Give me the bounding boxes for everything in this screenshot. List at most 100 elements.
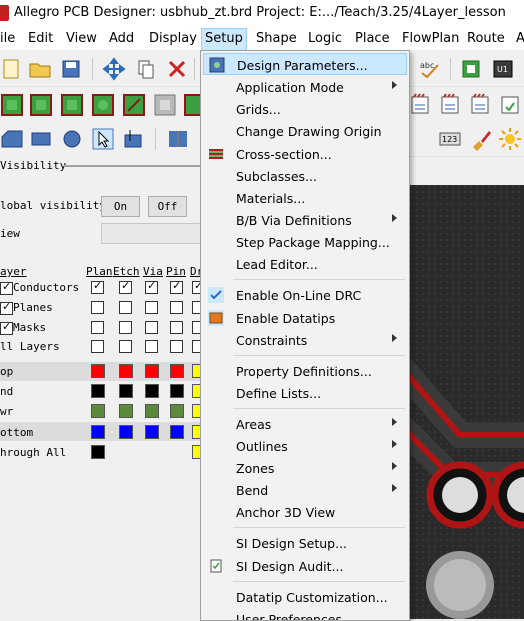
layer-toggle-3-icon[interactable] (60, 93, 84, 117)
planes-pin-checkbox[interactable] (170, 301, 183, 314)
spell-check-icon[interactable]: abc (418, 57, 442, 81)
menu-item-anchor-3d-view[interactable]: Anchor 3D View (203, 501, 407, 523)
menu-item-bend[interactable]: Bend (203, 479, 407, 501)
menu-item-user-preferences[interactable]: User Preferences... (203, 608, 407, 620)
global-on-button[interactable]: On (101, 196, 140, 217)
menu-item-zones[interactable]: Zones (203, 457, 407, 479)
group-planes-checkbox[interactable] (0, 300, 13, 315)
layer-gnd-via-swatch[interactable] (145, 384, 159, 398)
conductors-plan-checkbox[interactable] (91, 279, 104, 294)
all-layers-pin-checkbox[interactable] (170, 340, 183, 353)
all-layers-via-checkbox[interactable] (145, 340, 158, 353)
menu-item-enable-online-drc[interactable]: Enable On-Line DRC (203, 284, 407, 306)
menu-item-bb-via-definitions[interactable]: B/B Via Definitions (203, 209, 407, 231)
pcb-canvas[interactable] (410, 185, 524, 619)
menu-item-define-lists[interactable]: Define Lists... (203, 382, 407, 404)
layer-gnd-plan-swatch[interactable] (91, 384, 105, 398)
menu-item-application-mode[interactable]: Application Mode (203, 76, 407, 98)
shape-circle-icon[interactable] (60, 127, 84, 151)
menu-item-si-design-setup[interactable]: SI Design Setup... (203, 532, 407, 554)
layer-top-pin-swatch[interactable] (170, 364, 184, 378)
menu-add[interactable]: Add (109, 31, 134, 46)
group-masks-checkbox[interactable] (0, 320, 13, 335)
layer-pwr-etch-swatch[interactable] (119, 404, 133, 418)
menu-item-change-drawing-origin[interactable]: Change Drawing Origin (203, 120, 407, 142)
layer-bottom-plan-swatch[interactable] (91, 425, 105, 439)
measure-123-icon[interactable]: 123 (438, 127, 462, 151)
move-icon[interactable] (102, 57, 126, 81)
global-off-button[interactable]: Off (148, 196, 187, 217)
highlight-sun-icon[interactable] (498, 127, 522, 151)
open-folder-icon[interactable] (28, 57, 52, 81)
shape-polygon-icon[interactable] (0, 127, 24, 151)
copy-icon[interactable] (134, 57, 158, 81)
layer-bottom-pin-swatch[interactable] (170, 425, 184, 439)
menu-item-grids[interactable]: Grids... (203, 98, 407, 120)
layer-toggle-5-icon[interactable] (122, 93, 146, 117)
menu-more[interactable]: A (516, 31, 524, 46)
report-2-icon[interactable] (438, 93, 462, 117)
menu-logic[interactable]: Logic (308, 31, 342, 46)
layer-toggle-4-icon[interactable] (91, 93, 115, 117)
menu-place[interactable]: Place (355, 31, 390, 46)
delete-icon[interactable] (165, 57, 189, 81)
all-layers-etch-checkbox[interactable] (119, 340, 132, 353)
menu-shape[interactable]: Shape (256, 31, 297, 46)
layer-gnd-etch-swatch[interactable] (119, 384, 133, 398)
menu-item-materials[interactable]: Materials... (203, 187, 407, 209)
masks-etch-checkbox[interactable] (119, 321, 132, 334)
menu-edit[interactable]: Edit (28, 31, 53, 46)
shape-rectangle-icon[interactable] (29, 127, 53, 151)
menu-item-datatip-customization[interactable]: Datatip Customization... (203, 586, 407, 608)
conductors-pin-checkbox[interactable] (170, 279, 183, 294)
masks-pin-checkbox[interactable] (170, 321, 183, 334)
menu-view[interactable]: View (66, 31, 97, 46)
save-icon[interactable] (59, 57, 83, 81)
menu-item-step-package-mapping[interactable]: Step Package Mapping... (203, 231, 407, 253)
layer-pwr-pin-swatch[interactable] (170, 404, 184, 418)
menu-setup[interactable]: Setup (201, 28, 247, 51)
menu-item-si-design-audit[interactable]: SI Design Audit... (203, 555, 407, 577)
conductors-via-checkbox[interactable] (145, 279, 158, 294)
menu-file[interactable]: ile (0, 31, 15, 46)
menu-item-cross-section[interactable]: Cross-section... (203, 143, 407, 165)
menu-item-outlines[interactable]: Outlines (203, 435, 407, 457)
layer-pwr-plan-swatch[interactable] (91, 404, 105, 418)
menu-item-design-parameters[interactable]: Design Parameters... (203, 53, 407, 75)
layer-toggle-1-icon[interactable] (0, 93, 24, 117)
layer-toggle-2-icon[interactable] (29, 93, 53, 117)
all-layers-plan-checkbox[interactable] (91, 340, 104, 353)
masks-via-checkbox[interactable] (145, 321, 158, 334)
new-file-icon[interactable] (0, 57, 24, 81)
menu-item-areas[interactable]: Areas (203, 413, 407, 435)
menu-flowplan[interactable]: FlowPlan (402, 31, 459, 46)
edit-boundary-icon[interactable] (122, 127, 146, 151)
menu-item-constraints[interactable]: Constraints (203, 329, 407, 351)
layer-toggle-6-icon[interactable] (153, 93, 177, 117)
brush-icon[interactable] (469, 127, 493, 151)
book-icon[interactable] (166, 127, 190, 151)
select-shape-icon[interactable] (91, 127, 115, 151)
conductors-etch-checkbox[interactable] (119, 279, 132, 294)
layer-bottom-via-swatch[interactable] (145, 425, 159, 439)
view-dropdown[interactable] (101, 223, 208, 244)
layer-through-all-plan-swatch[interactable] (91, 445, 105, 459)
place-component-icon[interactable] (459, 57, 483, 81)
component-u1-icon[interactable]: U1 (491, 57, 515, 81)
planes-via-checkbox[interactable] (145, 301, 158, 314)
layer-top-via-swatch[interactable] (145, 364, 159, 378)
layer-gnd-pin-swatch[interactable] (170, 384, 184, 398)
layer-bottom-etch-swatch[interactable] (119, 425, 133, 439)
menu-item-enable-datatips[interactable]: Enable Datatips (203, 307, 407, 329)
report-1-icon[interactable] (408, 93, 432, 117)
group-conductors-checkbox[interactable] (0, 280, 13, 295)
layer-top-etch-swatch[interactable] (119, 364, 133, 378)
menu-route[interactable]: Route (467, 31, 505, 46)
menu-item-subclasses[interactable]: Subclasses... (203, 165, 407, 187)
layer-pwr-via-swatch[interactable] (145, 404, 159, 418)
menu-display[interactable]: Display (149, 31, 197, 46)
planes-etch-checkbox[interactable] (119, 301, 132, 314)
layer-top-plan-swatch[interactable] (91, 364, 105, 378)
menu-item-lead-editor[interactable]: Lead Editor... (203, 253, 407, 275)
planes-plan-checkbox[interactable] (91, 301, 104, 314)
